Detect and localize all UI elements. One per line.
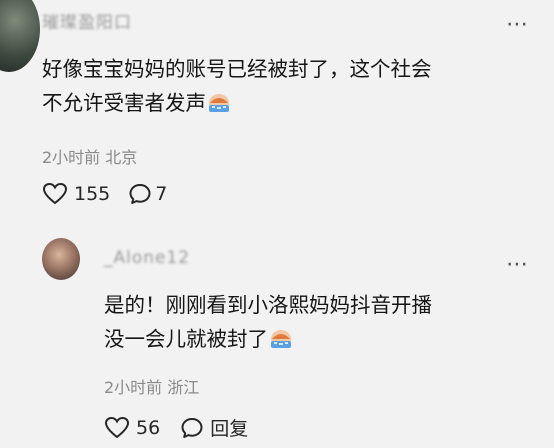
comment-text-line: 是的！刚刚看到小洛熙妈妈抖音开播 [104,293,432,317]
more-options-icon[interactable]: ⋯ [506,14,528,36]
reply-button[interactable]: 回复 [180,414,248,441]
reply-button[interactable]: 7 [128,182,167,206]
comment-time: 2小时前 [104,378,163,397]
comment-meta: 2小时前 浙江 [104,374,199,398]
comment-username[interactable]: _Alone12 [104,248,190,268]
comment-text: 好像宝宝妈妈的账号已经被封了，这个社会 不允许受害者发声 [42,52,432,120]
comment-username[interactable]: 璀璨盈阳口 [42,8,132,33]
like-count: 155 [74,183,111,205]
comment-actions: 56 回复 [104,414,248,441]
reply-count: 7 [155,183,168,205]
comment-bubble-icon [181,417,203,438]
like-button[interactable]: 56 [104,416,160,440]
comment-text-line: 不允许受害者发声 [42,86,432,120]
like-button[interactable]: 155 [42,182,110,206]
reply-label: 回复 [210,418,249,440]
comment-time: 2小时前 [42,148,101,167]
comment-meta: 2小时前 北京 [42,144,137,168]
comment-text: 是的！刚刚看到小洛熙妈妈抖音开播 没一会儿就被封了 [104,288,432,356]
comment-location: 北京 [105,148,138,167]
comment-bubble-icon [129,184,151,204]
comment-location: 浙江 [167,378,200,397]
heart-icon [42,182,68,205]
avatar[interactable] [0,0,40,72]
crying-face-emoji-icon [206,90,232,114]
more-options-icon[interactable]: ⋯ [506,254,528,276]
crying-face-emoji-icon [268,326,294,350]
comment-text-line: 没一会儿就被封了 [104,322,432,356]
like-count: 56 [136,416,161,439]
comment-text-line: 好像宝宝妈妈的账号已经被封了，这个社会 [42,57,432,81]
comment-actions: 155 7 [42,182,167,206]
avatar[interactable] [42,238,80,280]
heart-icon [104,416,130,438]
